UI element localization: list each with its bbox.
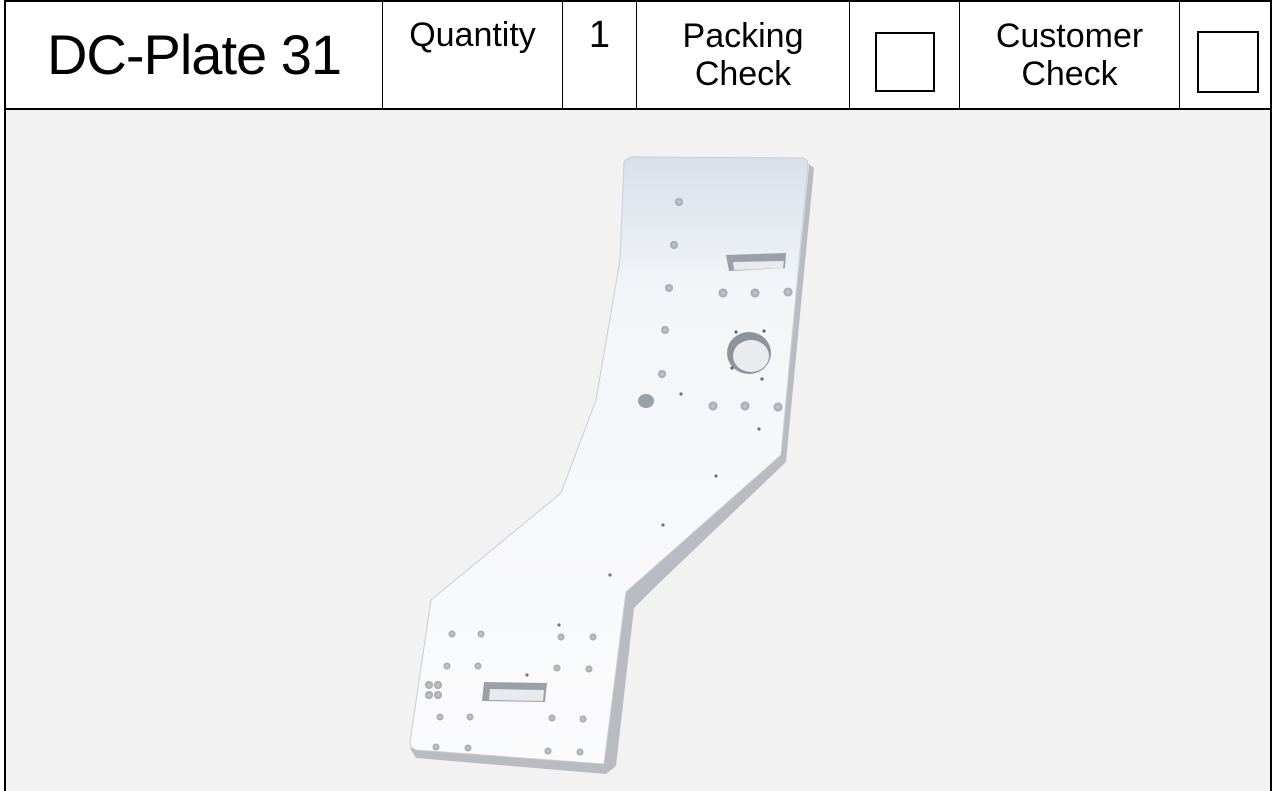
side-hole	[638, 394, 654, 408]
customer-check-label-line2: Check	[1021, 55, 1118, 93]
quantity-label: Quantity	[409, 16, 536, 54]
quantity-value: 1	[588, 14, 611, 56]
quantity-label-cell: Quantity	[383, 2, 563, 108]
lower-slot	[482, 682, 547, 702]
customer-check-checkbox[interactable]	[1197, 31, 1259, 93]
quantity-value-cell: 1	[563, 2, 637, 108]
checklist-sheet: DC-Plate 31 Quantity 1 Packing Check Cus…	[4, 0, 1272, 791]
packing-check-label-cell: Packing Check	[637, 2, 850, 108]
packing-check-checkbox[interactable]	[874, 32, 935, 92]
plate-face	[409, 156, 809, 765]
customer-check-label-line1: Customer	[995, 16, 1144, 55]
packing-check-label-line1: Packing	[682, 16, 804, 55]
packing-check-cell	[850, 2, 960, 108]
plate-render	[409, 156, 814, 774]
header-table: DC-Plate 31 Quantity 1 Packing Check Cus…	[4, 0, 1272, 110]
part-name: DC-Plate 31	[46, 23, 342, 86]
packing-check-label-line2: Check	[694, 55, 792, 93]
part-image-panel	[4, 110, 1272, 791]
customer-check-label-cell: Customer Check	[960, 2, 1180, 108]
customer-check-cell	[1180, 2, 1270, 108]
part-name-cell: DC-Plate 31	[6, 2, 383, 108]
upper-slot	[726, 253, 786, 271]
